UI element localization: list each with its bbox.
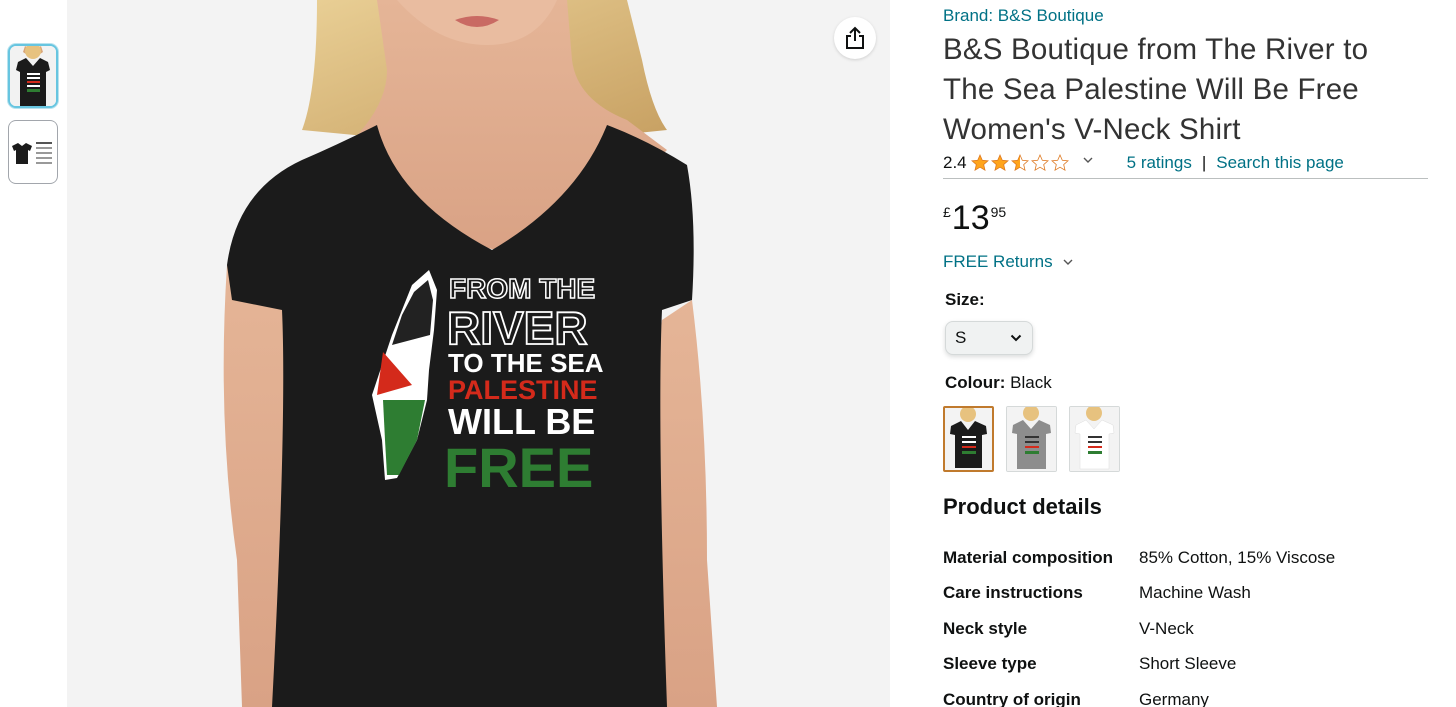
price-symbol: £	[943, 204, 951, 220]
stars-icon	[971, 154, 1069, 171]
size-label: Size:	[945, 290, 985, 309]
free-returns-link[interactable]: FREE Returns	[943, 252, 1073, 272]
colour-value: Black	[1010, 373, 1052, 392]
ratings-count-link[interactable]: 5 ratings	[1127, 151, 1192, 175]
product-title: B&S Boutique from The River to The Sea P…	[943, 33, 1369, 146]
product-main-image[interactable]: FROM THE RIVER TO THE SEA PALESTINE WILL…	[67, 0, 890, 707]
detail-value: 85% Cotton, 15% Viscose	[1139, 547, 1336, 567]
detail-key: Country of origin	[943, 689, 1081, 707]
thumbnail-front[interactable]	[8, 44, 58, 108]
detail-value: Machine Wash	[1139, 583, 1251, 603]
swatch-black[interactable]	[943, 406, 994, 472]
print-line-6: FREE	[444, 436, 593, 499]
thumbnail-list	[8, 44, 58, 196]
detail-row: Material composition 85% Cotton, 15% Vis…	[943, 540, 1423, 576]
detail-key: Material composition	[943, 547, 1114, 567]
chevron-down-icon	[1063, 259, 1073, 265]
rating-row: 2.4 5 ratings | Search this page	[943, 151, 1428, 179]
model-photo: FROM THE RIVER TO THE SEA PALESTINE WILL…	[67, 0, 890, 707]
colour-label: Colour:	[945, 373, 1006, 392]
price-fraction: 95	[990, 204, 1007, 220]
detail-key: Care instructions	[943, 583, 1083, 603]
detail-value: Short Sleeve	[1139, 654, 1237, 674]
thumbnail-front-image	[10, 46, 56, 106]
product-details-heading: Product details	[943, 494, 1102, 519]
print-line-1: FROM THE	[449, 273, 595, 304]
swatch-grey-image	[1007, 407, 1056, 471]
size-selected-value: S	[955, 328, 967, 347]
detail-value: V-Neck	[1139, 618, 1194, 638]
star-rating[interactable]	[971, 154, 1071, 172]
free-returns-label: FREE Returns	[943, 252, 1053, 271]
swatch-grey[interactable]	[1006, 406, 1057, 472]
price: £ 13 95	[943, 198, 1006, 238]
detail-row: Sleeve type Short Sleeve	[943, 647, 1423, 683]
swatch-white[interactable]	[1069, 406, 1120, 472]
share-icon	[846, 26, 864, 49]
print-line-2: RIVER	[447, 302, 588, 354]
brand-link[interactable]: Brand: B&S Boutique	[943, 6, 1104, 26]
colour-row: Colour: Black	[945, 373, 1052, 393]
share-button[interactable]	[834, 17, 876, 59]
price-whole: 13	[951, 199, 990, 237]
rating-chevron-down-icon[interactable]	[1083, 156, 1093, 164]
search-this-page-link[interactable]: Search this page	[1216, 151, 1344, 175]
detail-value: Germany	[1139, 689, 1209, 707]
detail-key: Sleeve type	[943, 654, 1037, 674]
print-line-3: TO THE SEA	[448, 348, 604, 378]
detail-key: Neck style	[943, 618, 1028, 638]
rating-value: 2.4	[943, 153, 967, 172]
dropdown-chevron-icon	[1010, 334, 1022, 342]
swatch-black-image	[945, 408, 992, 470]
detail-row: Country of origin Germany	[943, 682, 1423, 707]
thumbnail-detail[interactable]	[8, 120, 58, 184]
product-details-table: Material composition 85% Cotton, 15% Vis…	[943, 540, 1423, 707]
colour-swatches	[943, 406, 1120, 472]
detail-row: Care instructions Machine Wash	[943, 576, 1423, 612]
thumbnail-detail-image	[10, 122, 56, 182]
detail-row: Neck style V-Neck	[943, 611, 1423, 647]
size-dropdown[interactable]: S	[945, 321, 1033, 355]
rating-separator: |	[1201, 153, 1207, 172]
swatch-white-image	[1070, 407, 1119, 471]
